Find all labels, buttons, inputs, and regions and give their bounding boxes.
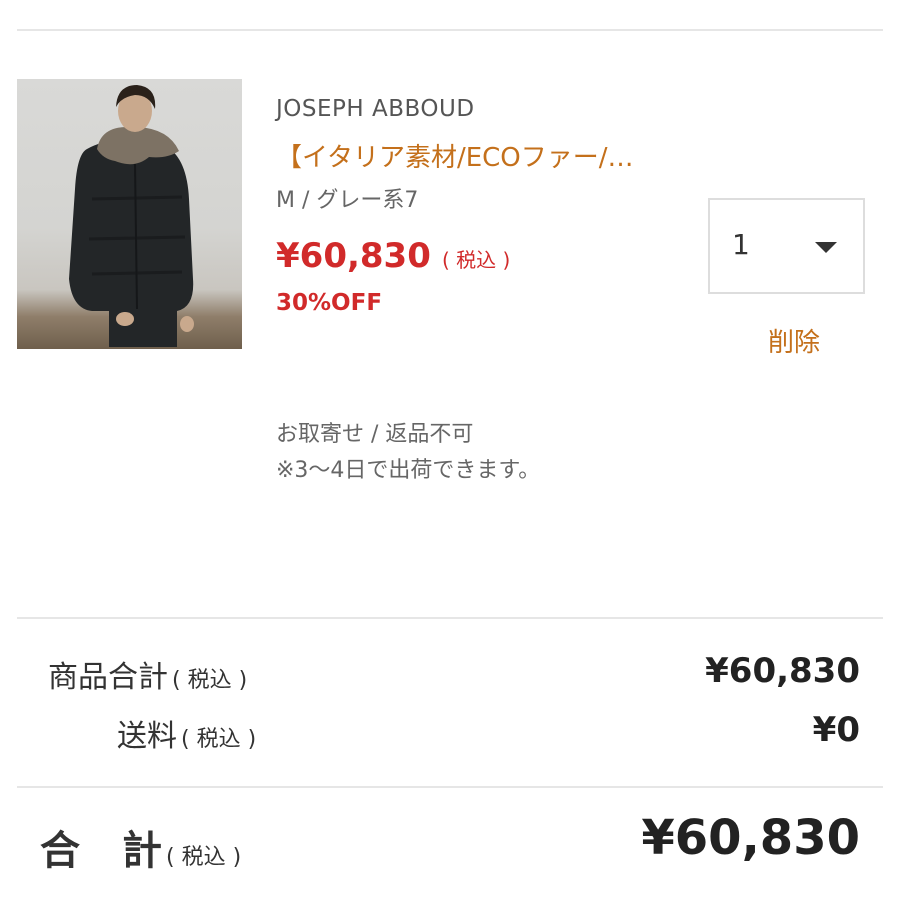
- subtotal-tax-note: ( 税込 ): [172, 668, 248, 693]
- availability-text: お取寄せ / 返品不可: [276, 422, 474, 447]
- product-price: ¥60,830: [276, 236, 431, 276]
- product-title-link[interactable]: 【イタリア素材/ECOファー/…: [276, 137, 696, 174]
- total-label-char-1: 合: [40, 828, 80, 874]
- product-image[interactable]: [17, 79, 242, 349]
- top-divider: [17, 29, 883, 31]
- summary-top-divider: [17, 617, 883, 619]
- quantity-select[interactable]: 1: [708, 198, 865, 294]
- total-value: ¥60,830: [641, 810, 860, 866]
- subtotal-value: ¥60,830: [705, 651, 860, 691]
- shipping-tax-note: ( 税込 ): [181, 727, 257, 752]
- total-tax-note: ( 税込 ): [166, 845, 242, 870]
- price-row: ¥60,830 ( 税込 ): [276, 236, 510, 276]
- total-label: 合計( 税込 ): [40, 818, 241, 876]
- total-label-char-2: 計: [122, 828, 162, 874]
- total-divider: [17, 786, 883, 788]
- shipping-estimate-text: ※3〜4日で出荷できます。: [276, 458, 541, 483]
- shipping-value: ¥0: [812, 710, 860, 750]
- product-brand: JOSEPH ABBOUD: [276, 96, 475, 122]
- shipping-note: お取寄せ / 返品不可 ※3〜4日で出荷できます。: [276, 417, 540, 489]
- shipping-label-text: 送料: [117, 719, 177, 754]
- subtotal-label-text: 商品合計: [48, 660, 168, 695]
- quantity-value: 1: [732, 228, 750, 261]
- shipping-label: 送料( 税込 ): [117, 711, 256, 755]
- delete-button[interactable]: 削除: [768, 322, 820, 359]
- product-variant: M / グレー系7: [276, 188, 419, 213]
- price-tax-note: ( 税込 ): [441, 248, 511, 272]
- discount-badge: 30%OFF: [276, 290, 383, 316]
- chevron-down-icon: [815, 242, 837, 253]
- product-photo-illustration: [69, 85, 194, 347]
- subtotal-label: 商品合計( 税込 ): [48, 652, 247, 696]
